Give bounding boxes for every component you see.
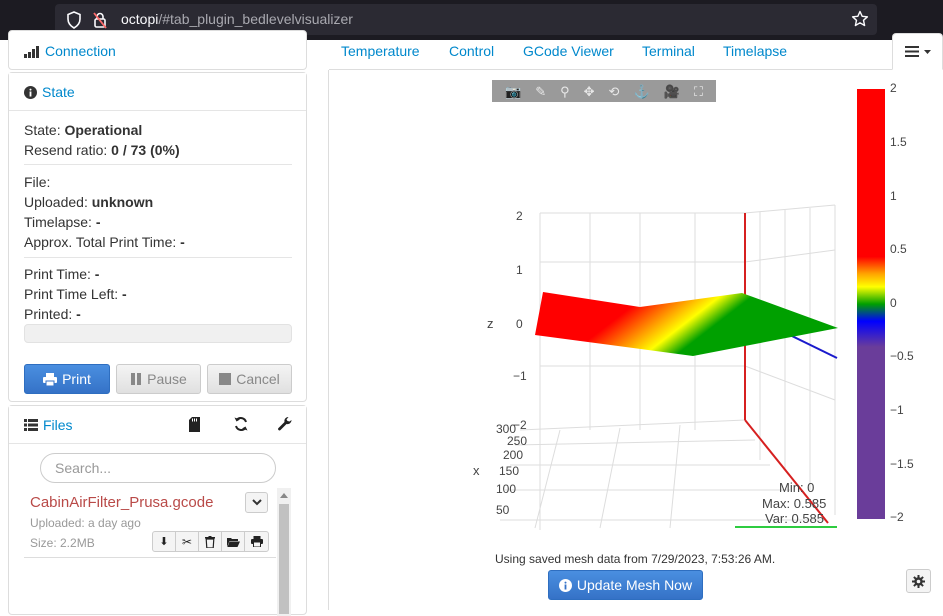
mesh-max: Max: 0.585: [762, 496, 827, 511]
x-tick: 250: [507, 434, 528, 448]
x-axis-label: x: [473, 463, 480, 478]
z-tick: 0: [516, 317, 523, 331]
x-tick: 150: [499, 464, 520, 478]
gear-icon: [912, 574, 925, 588]
z-axis-label: z: [487, 316, 494, 331]
x-tick: 200: [503, 448, 524, 462]
colorbar-tick: 2: [890, 81, 897, 95]
z-tick: 1: [516, 263, 523, 277]
z-tick: 2: [516, 209, 523, 223]
info-circle-icon: [558, 578, 572, 592]
x-tick: 100: [496, 482, 517, 496]
colorbar-tick: −2: [890, 510, 904, 524]
update-mesh-button[interactable]: Update Mesh Now: [548, 570, 703, 600]
colorbar: [857, 89, 885, 519]
colorbar-tick: −1.5: [890, 457, 914, 471]
colorbar-tick: −0.5: [890, 349, 914, 363]
colorbar-tick: 1.5: [890, 135, 907, 149]
mesh-status-text: Using saved mesh data from 7/29/2023, 7:…: [495, 552, 776, 566]
colorbar-tick: −1: [890, 403, 904, 417]
mesh-var: Var: 0.585: [765, 511, 825, 526]
settings-button[interactable]: [906, 569, 931, 593]
colorbar-tick: 1: [890, 189, 897, 203]
mesh-surface: [535, 292, 838, 356]
z-tick: −1: [513, 369, 527, 383]
mesh-min: Min: 0: [779, 480, 815, 495]
colorbar-tick: 0.5: [890, 242, 907, 256]
colorbar-tick: 0: [890, 296, 897, 310]
x-tick: 50: [496, 503, 510, 517]
